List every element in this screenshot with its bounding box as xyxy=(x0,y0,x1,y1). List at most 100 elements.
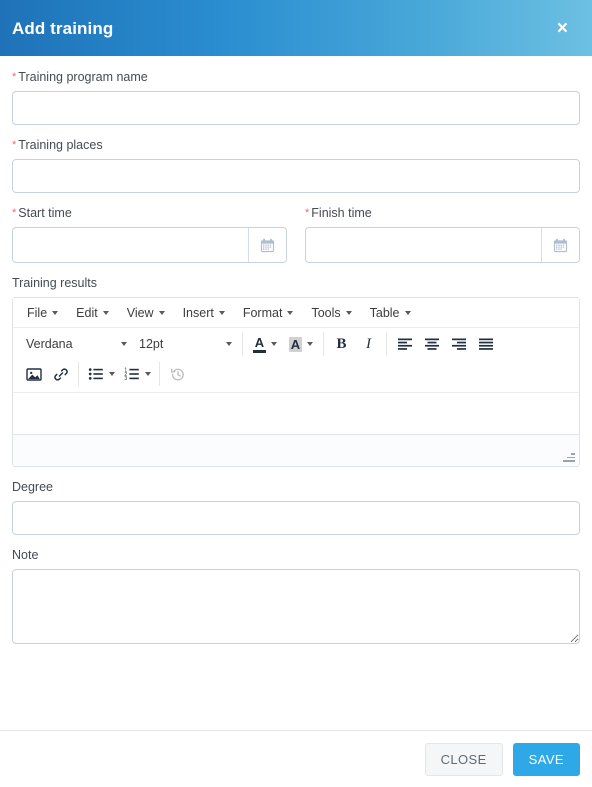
note-textarea[interactable] xyxy=(12,569,580,644)
toolbar-group-lists: 123 xyxy=(79,362,160,386)
label-training-results: Training results xyxy=(12,276,97,290)
insert-image-button[interactable] xyxy=(20,361,47,387)
menu-tools[interactable]: Tools xyxy=(302,303,360,323)
label-finish-time: * Finish time xyxy=(305,206,580,221)
start-time-input[interactable] xyxy=(13,228,248,262)
menu-edit-label: Edit xyxy=(76,305,98,320)
svg-text:3: 3 xyxy=(124,376,127,381)
text-color-button[interactable]: A xyxy=(247,331,283,357)
modal-body: * Training program name * Training places … xyxy=(0,56,592,730)
toolbar-row-2: 123 xyxy=(16,359,576,389)
background-color-button[interactable]: A xyxy=(283,331,319,357)
required-marker: * xyxy=(305,207,310,219)
editor-statusbar xyxy=(13,435,579,466)
toolbar-group-colors: A A xyxy=(243,332,324,356)
required-marker: * xyxy=(12,139,17,151)
toolbar-group-fonts: Verdana 12pt xyxy=(16,332,243,356)
label-training-program-name: * Training program name xyxy=(12,70,580,85)
menu-table[interactable]: Table xyxy=(361,303,420,323)
align-left-button[interactable] xyxy=(391,331,418,357)
history-clock-icon xyxy=(170,368,184,380)
field-start-time: * Start time xyxy=(12,206,287,263)
italic-button[interactable]: I xyxy=(355,331,382,357)
font-size-select[interactable]: 12pt xyxy=(133,331,238,357)
degree-input[interactable] xyxy=(12,501,580,535)
restore-draft-button[interactable] xyxy=(164,361,191,387)
field-training-places: * Training places xyxy=(12,138,580,193)
align-justify-button[interactable] xyxy=(472,331,499,357)
chevron-down-icon xyxy=(52,310,59,315)
save-button[interactable]: SAVE xyxy=(512,742,580,776)
datetime-row: * Start time * Finish time xyxy=(12,206,580,263)
menu-file[interactable]: File xyxy=(18,303,67,323)
close-icon[interactable]: × xyxy=(551,15,574,42)
label-text: Finish time xyxy=(311,206,372,220)
finish-time-group xyxy=(305,227,580,263)
editor-content-area[interactable] xyxy=(13,393,579,435)
field-training-results: Training results File Edit View Insert F… xyxy=(12,276,580,467)
align-center-icon xyxy=(424,338,439,350)
finish-time-input[interactable] xyxy=(306,228,541,262)
menu-insert[interactable]: Insert xyxy=(174,303,234,323)
numbered-list-button[interactable]: 123 xyxy=(119,361,155,387)
toolbar-group-style: B I xyxy=(324,332,387,356)
modal-footer: CLOSE SAVE xyxy=(0,730,592,787)
background-color-letter: A xyxy=(290,336,301,352)
field-note: Note xyxy=(12,548,580,649)
field-degree: Degree xyxy=(12,480,580,535)
menu-view[interactable]: View xyxy=(118,303,174,323)
label-note: Note xyxy=(12,548,39,562)
add-training-modal: Add training × * Training program name * T… xyxy=(0,0,592,787)
label-text: Start time xyxy=(18,206,72,220)
align-justify-icon xyxy=(478,338,493,350)
menu-format[interactable]: Format xyxy=(234,303,303,323)
modal-header: Add training × xyxy=(0,0,592,56)
bullet-list-icon xyxy=(88,368,103,380)
chevron-down-icon xyxy=(102,310,109,315)
menu-tools-label: Tools xyxy=(311,305,341,320)
close-button[interactable]: CLOSE xyxy=(424,742,503,776)
font-family-select[interactable]: Verdana xyxy=(20,331,133,357)
align-right-button[interactable] xyxy=(445,331,472,357)
bullet-list-button[interactable] xyxy=(83,361,119,387)
required-marker: * xyxy=(12,207,17,219)
chevron-down-icon xyxy=(271,342,277,346)
chevron-down-icon xyxy=(108,372,115,376)
chevron-down-icon xyxy=(226,342,232,346)
rich-text-editor: File Edit View Insert Format Tools Table… xyxy=(12,297,580,467)
start-time-group xyxy=(12,227,287,263)
label-text: Training program name xyxy=(18,70,148,84)
chevron-down-icon xyxy=(144,372,151,376)
training-places-input[interactable] xyxy=(12,159,580,193)
resize-grip-icon[interactable] xyxy=(562,451,575,462)
start-time-calendar-button[interactable] xyxy=(248,228,286,262)
bold-button[interactable]: B xyxy=(328,331,355,357)
chevron-down-icon xyxy=(404,310,411,315)
chevron-down-icon xyxy=(218,310,225,315)
editor-toolbar: Verdana 12pt A A B I 1 2 3 xyxy=(13,328,579,393)
finish-time-calendar-button[interactable] xyxy=(541,228,579,262)
editor-menubar: File Edit View Insert Format Tools Table xyxy=(13,298,579,328)
label-text: Training places xyxy=(18,138,103,152)
toolbar-group-history xyxy=(160,362,195,386)
letter-a-highlight-icon: A xyxy=(288,336,303,352)
chevron-down-icon xyxy=(287,310,294,315)
insert-link-button[interactable] xyxy=(47,361,74,387)
align-right-icon xyxy=(451,338,466,350)
label-training-places: * Training places xyxy=(12,138,580,153)
label-start-time: * Start time xyxy=(12,206,287,221)
chevron-down-icon xyxy=(345,310,352,315)
align-center-button[interactable] xyxy=(418,331,445,357)
align-left-icon xyxy=(397,338,412,350)
numbered-list-icon: 123 xyxy=(124,367,139,381)
font-family-value: Verdana xyxy=(26,337,73,351)
page-title: Add training xyxy=(12,18,114,38)
menu-insert-label: Insert xyxy=(182,305,214,320)
training-program-name-input[interactable] xyxy=(12,91,580,125)
menu-file-label: File xyxy=(27,305,48,320)
image-icon xyxy=(25,367,42,381)
link-icon xyxy=(53,367,68,381)
menu-edit[interactable]: Edit xyxy=(67,303,118,323)
chevron-down-icon xyxy=(121,342,127,346)
menu-view-label: View xyxy=(126,305,154,320)
